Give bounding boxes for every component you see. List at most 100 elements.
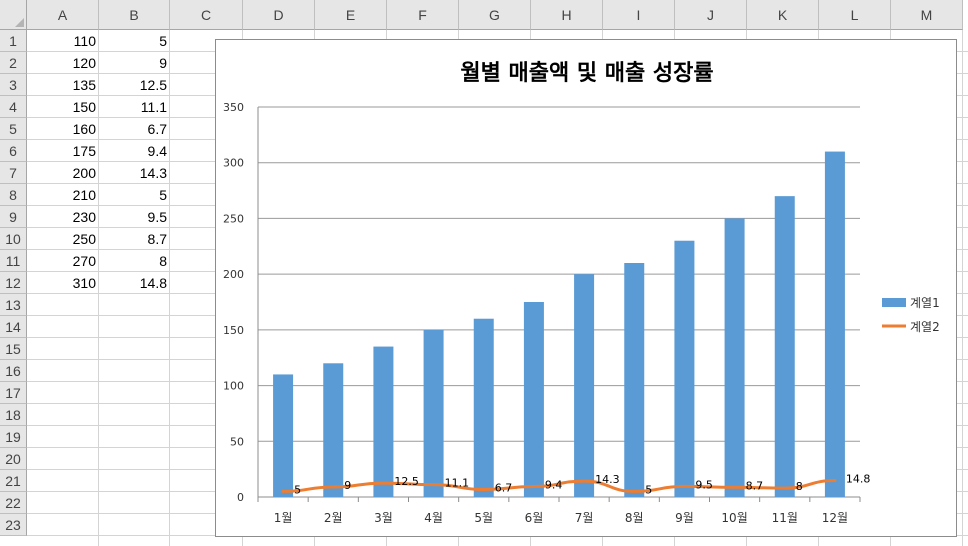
cell-a1[interactable]: 110: [27, 30, 99, 52]
cell-b10[interactable]: 8.7: [99, 228, 170, 250]
column-header-g[interactable]: G: [459, 0, 531, 30]
bar-9월: [674, 240, 695, 497]
row-header-6[interactable]: 6: [0, 140, 27, 162]
line-data-label: 11.1: [445, 477, 470, 490]
y-tick-label: 0: [237, 491, 244, 504]
column-header-h[interactable]: H: [531, 0, 603, 30]
cell-a2[interactable]: 120: [27, 52, 99, 74]
y-tick-label: 150: [223, 324, 244, 337]
row-header-4[interactable]: 4: [0, 96, 27, 118]
cell-a11[interactable]: 270: [27, 250, 99, 272]
row-header-14[interactable]: 14: [0, 316, 27, 338]
row-header-12[interactable]: 12: [0, 272, 27, 294]
cell-a8[interactable]: 210: [27, 184, 99, 206]
column-header-e[interactable]: E: [315, 0, 387, 30]
bar-3월: [373, 346, 394, 497]
cell-a5[interactable]: 160: [27, 118, 99, 140]
row-header-15[interactable]: 15: [0, 338, 27, 360]
line-data-label: 14.3: [595, 473, 620, 486]
row-header-16[interactable]: 16: [0, 360, 27, 382]
line-data-label: 8: [796, 480, 803, 493]
row-header-9[interactable]: 9: [0, 206, 27, 228]
column-header-j[interactable]: J: [675, 0, 747, 30]
line-data-label: 12.5: [394, 475, 419, 488]
cell-b8[interactable]: 5: [99, 184, 170, 206]
row-header-8[interactable]: 8: [0, 184, 27, 206]
chart-canvas: 월별 매출액 및 매출 성장률 0 50 100 150 200 250 300 350 5 9 12…: [223, 61, 940, 525]
column-header-i[interactable]: I: [603, 0, 675, 30]
row-header-3[interactable]: 3: [0, 74, 27, 96]
bar-11월: [774, 196, 795, 497]
cell-a7[interactable]: 200: [27, 162, 99, 184]
column-header-a[interactable]: A: [27, 0, 99, 30]
cell-b4[interactable]: 11.1: [99, 96, 170, 118]
row-header-19[interactable]: 19: [0, 426, 27, 448]
row-header-18[interactable]: 18: [0, 404, 27, 426]
bar-5월: [473, 318, 494, 497]
column-header-b[interactable]: B: [99, 0, 170, 30]
bar-6월: [523, 302, 544, 497]
line-data-label: 5: [645, 483, 652, 496]
cell-a10[interactable]: 250: [27, 228, 99, 250]
x-category-label: 9월: [675, 511, 694, 525]
x-category-label: 7월: [575, 511, 594, 525]
cell-b6[interactable]: 9.4: [99, 140, 170, 162]
x-category-label: 6월: [525, 511, 544, 525]
y-tick-label: 50: [230, 435, 244, 448]
cell-b7[interactable]: 14.3: [99, 162, 170, 184]
cell-a4[interactable]: 150: [27, 96, 99, 118]
cell-a9[interactable]: 230: [27, 206, 99, 228]
bar-1월: [273, 374, 294, 497]
column-header-k[interactable]: K: [747, 0, 819, 30]
combo-chart[interactable]: 월별 매출액 및 매출 성장률 0 50 100 150 200 250 300 350 5 9 12…: [215, 39, 957, 537]
cell-b1[interactable]: 5: [99, 30, 170, 52]
row-header-10[interactable]: 10: [0, 228, 27, 250]
x-category-label: 4월: [424, 511, 443, 525]
cell-b12[interactable]: 14.8: [99, 272, 170, 294]
line-data-label: 14.8: [846, 473, 871, 486]
cell-a12[interactable]: 310: [27, 272, 99, 294]
bar-10월: [724, 218, 745, 497]
cell-b9[interactable]: 9.5: [99, 206, 170, 228]
line-data-label: 8.7: [746, 479, 764, 492]
row-header-22[interactable]: 22: [0, 492, 27, 514]
row-header-23[interactable]: 23: [0, 514, 27, 536]
row-header-2[interactable]: 2: [0, 52, 27, 74]
line-data-label: 5: [294, 483, 301, 496]
row-header-13[interactable]: 13: [0, 294, 27, 316]
row-header-20[interactable]: 20: [0, 448, 27, 470]
y-tick-label: 350: [223, 101, 244, 114]
bar-8월: [624, 263, 645, 497]
row-header-5[interactable]: 5: [0, 118, 27, 140]
x-category-label: 2월: [324, 511, 343, 525]
column-header-d[interactable]: D: [243, 0, 315, 30]
column-header-f[interactable]: F: [387, 0, 459, 30]
cell-a6[interactable]: 175: [27, 140, 99, 162]
cell-a3[interactable]: 135: [27, 74, 99, 96]
row-header-21[interactable]: 21: [0, 470, 27, 492]
y-tick-label: 100: [223, 380, 244, 393]
row-header-1[interactable]: 1: [0, 30, 27, 52]
line-data-label: 6.7: [495, 482, 513, 495]
cell-b3[interactable]: 12.5: [99, 74, 170, 96]
cell-b2[interactable]: 9: [99, 52, 170, 74]
row-header-7[interactable]: 7: [0, 162, 27, 184]
cell-b11[interactable]: 8: [99, 250, 170, 272]
x-category-label: 10월: [721, 511, 747, 525]
line-data-label: 9: [344, 479, 351, 492]
x-category-label: 8월: [625, 511, 644, 525]
x-category-label: 11월: [772, 511, 798, 525]
x-category-label: 1월: [274, 511, 293, 525]
column-header-m[interactable]: M: [891, 0, 963, 30]
row-header-17[interactable]: 17: [0, 382, 27, 404]
column-header-c[interactable]: C: [170, 0, 243, 30]
cell-b5[interactable]: 6.7: [99, 118, 170, 140]
chart-title: 월별 매출액 및 매출 성장률: [460, 61, 713, 86]
legend-label-계열1: 계열1: [910, 296, 940, 310]
row-header-11[interactable]: 11: [0, 250, 27, 272]
legend-label-계열2: 계열2: [910, 320, 940, 334]
legend-swatch-계열1: [882, 298, 906, 307]
column-header-l[interactable]: L: [819, 0, 891, 30]
bar-4월: [423, 329, 444, 497]
select-all-corner[interactable]: [0, 0, 27, 30]
